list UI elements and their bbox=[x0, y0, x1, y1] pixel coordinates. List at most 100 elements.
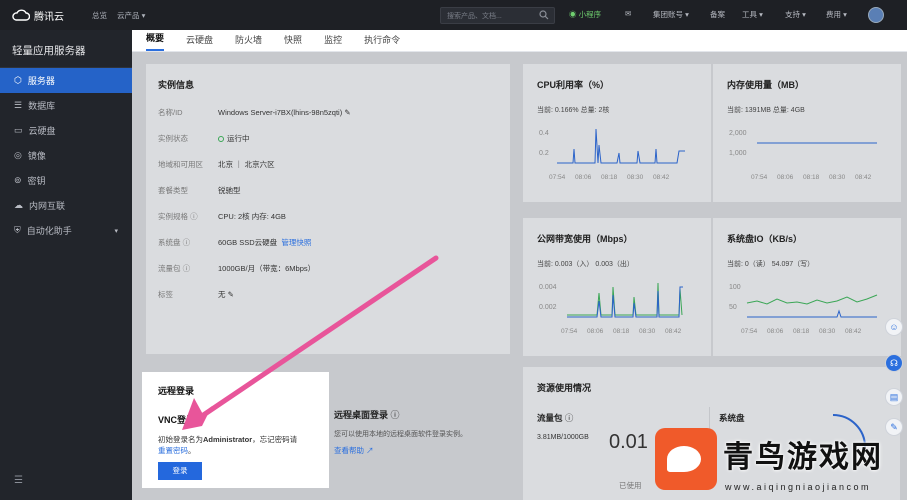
rdp-help-link[interactable]: 查看帮助 ↗ bbox=[334, 445, 514, 456]
x-tick-label: 08:06 bbox=[777, 174, 794, 181]
y-tick-label: 1,000 bbox=[729, 150, 747, 157]
default-username: Administrator bbox=[203, 435, 253, 444]
logo-text: 腾讯云 bbox=[34, 11, 64, 23]
sidebar-item-image[interactable]: ◎ 镜像 bbox=[0, 143, 132, 168]
mini-program-link[interactable]: ◉ 小程序 bbox=[569, 9, 601, 20]
info-icon[interactable]: ⓘ bbox=[190, 212, 198, 221]
x-tick-label: 07:54 bbox=[561, 328, 578, 335]
disk-icon: ▭ bbox=[14, 125, 23, 135]
tab-snapshot[interactable]: 快照 bbox=[284, 33, 302, 51]
edit-icon[interactable]: ✎ bbox=[344, 108, 350, 117]
sidebar-item-label: 自动化助手 bbox=[26, 226, 72, 236]
manage-snapshot-link[interactable]: 管理快照 bbox=[281, 237, 311, 248]
rdp-title-text: 远程桌面登录 bbox=[334, 410, 389, 420]
tools-menu[interactable]: 工具 ▾ bbox=[742, 9, 763, 20]
traffic-label-text: 流量包 bbox=[537, 413, 563, 423]
y-tick-label: 0.004 bbox=[539, 284, 557, 291]
tab-firewall[interactable]: 防火墙 bbox=[235, 33, 262, 51]
y-tick-label: 0.002 bbox=[539, 304, 557, 311]
tab-overview[interactable]: 概要 bbox=[146, 31, 165, 51]
docs-book-icon[interactable]: ▤ bbox=[885, 388, 903, 406]
tab-monitor[interactable]: 监控 bbox=[324, 33, 342, 51]
spec-value: CPU: 2核 内存: 4GB bbox=[218, 211, 286, 221]
remote-desktop-section: 远程桌面登录 ⓘ 您可以使用本地的远程桌面软件登录实例。 查看帮助 ↗ bbox=[334, 408, 514, 456]
vnc-login-button[interactable]: 登录 bbox=[158, 462, 202, 480]
billing-menu[interactable]: 费用 ▾ bbox=[826, 9, 847, 20]
vnc-login-title: VNC登录 bbox=[158, 415, 196, 425]
sidebar-item-automation[interactable]: ⛨ 自动化助手 ▾ bbox=[0, 218, 132, 243]
info-icon[interactable]: ⓘ bbox=[183, 238, 191, 247]
info-icon[interactable]: ⓘ bbox=[183, 264, 191, 273]
tab-execute-command[interactable]: 执行命令 bbox=[364, 33, 400, 51]
chevron-down-icon: ▾ bbox=[114, 227, 118, 235]
mini-program-label: 小程序 bbox=[578, 10, 602, 19]
metric-title: 公网带宽使用（Mbps） bbox=[537, 234, 633, 244]
search-icon[interactable] bbox=[539, 10, 549, 22]
info-row: 实例规格 ⓘ CPU: 2核 内存: 4GB bbox=[158, 203, 498, 229]
x-tick-label: 08:18 bbox=[793, 328, 810, 335]
desc-suffix: ，忘记密码请 bbox=[252, 435, 298, 444]
used-label: 已使用 bbox=[619, 481, 642, 490]
sidebar: 轻量应用服务器 ⬡ 服务器 ☰ 数据库 ▭ 云硬盘 ◎ 镜像 ⊚ 密钥 ☁ 内网互联 ⛨ 自动… bbox=[0, 30, 132, 500]
info-key: 流量包 ⓘ bbox=[158, 263, 218, 274]
status-value: 运行中 bbox=[218, 133, 250, 144]
key-icon: ⊚ bbox=[14, 175, 22, 185]
chevron-down-icon: ▾ bbox=[141, 10, 146, 20]
search-input[interactable]: 搜索产品、文档... bbox=[440, 7, 555, 24]
cloud-logo-icon bbox=[12, 9, 30, 21]
disk-write-line bbox=[746, 294, 878, 305]
desc-end: 。 bbox=[188, 446, 196, 455]
mini-program-icon: ◉ bbox=[569, 10, 577, 19]
metric-current: 当前: 0.003（入） 0.003（出） bbox=[537, 261, 634, 268]
cube-icon: ⬡ bbox=[14, 75, 22, 85]
info-icon[interactable]: ⓘ bbox=[565, 413, 574, 423]
info-key-text: 流量包 bbox=[158, 263, 181, 273]
info-key: 实例状态 bbox=[158, 133, 188, 143]
info-icon[interactable]: ⓘ bbox=[391, 410, 400, 420]
chat-icon[interactable]: ☺ bbox=[885, 318, 903, 336]
cloud-icon: ☁ bbox=[14, 200, 23, 210]
collapse-sidebar-icon[interactable]: ☰ bbox=[14, 475, 23, 486]
system-disk-label: 系统盘 bbox=[719, 413, 745, 423]
sidebar-item-key[interactable]: ⊚ 密钥 bbox=[0, 168, 132, 193]
tab-disk[interactable]: 云硬盘 bbox=[186, 33, 213, 51]
group-account-menu[interactable]: 集团账号 ▾ bbox=[653, 9, 689, 20]
plan-type-value: 锐驰型 bbox=[218, 185, 241, 195]
x-tick-label: 08:42 bbox=[855, 174, 872, 181]
cpu-usage-card: CPU利用率（%） 当前: 0.166% 总量: 2核 0.4 0.2 07:5… bbox=[523, 64, 711, 202]
reset-password-link[interactable]: 重置密码 bbox=[158, 446, 188, 455]
nav-products-label: 云产品 bbox=[117, 10, 140, 20]
memory-usage-chart: 2,000 1,000 07:54 08:06 08:18 08:30 08:4… bbox=[729, 130, 877, 181]
tencent-cloud-logo[interactable]: 腾讯云 bbox=[12, 8, 82, 23]
x-tick-label: 08:06 bbox=[587, 328, 604, 335]
nav-overview[interactable]: 总览 bbox=[92, 10, 107, 21]
x-tick-label: 07:54 bbox=[751, 174, 768, 181]
sidebar-item-label: 服务器 bbox=[27, 76, 55, 86]
user-avatar[interactable] bbox=[868, 7, 884, 23]
info-key: 系统盘 ⓘ bbox=[158, 237, 218, 248]
sidebar-item-server[interactable]: ⬡ 服务器 bbox=[0, 68, 132, 93]
metric-title: 内存使用量（MB） bbox=[727, 80, 804, 90]
mail-icon[interactable]: ✉ bbox=[625, 9, 631, 18]
metric-current: 当前: 1391MB 总量: 4GB bbox=[727, 107, 805, 114]
support-menu[interactable]: 支持 ▾ bbox=[785, 9, 806, 20]
y-tick-label: 50 bbox=[729, 304, 737, 311]
remote-login-panel: 远程登录 VNC登录 初始登录名为Administrator，忘记密码请 重置密… bbox=[142, 372, 329, 488]
x-tick-label: 08:42 bbox=[653, 174, 670, 181]
sidebar-item-database[interactable]: ☰ 数据库 bbox=[0, 93, 132, 118]
x-tick-label: 08:42 bbox=[665, 328, 682, 335]
icp-link[interactable]: 备案 bbox=[710, 9, 725, 20]
cpu-usage-line bbox=[557, 128, 685, 164]
support-label: 支持 bbox=[785, 10, 800, 19]
metric-current: 当前: 0（读） 54.097（写） bbox=[727, 261, 815, 268]
image-icon: ◎ bbox=[14, 150, 22, 160]
support-headset-icon[interactable]: ☊ bbox=[885, 354, 903, 372]
y-tick-label: 2,000 bbox=[729, 130, 747, 137]
edit-icon[interactable]: ✎ bbox=[228, 290, 234, 299]
sidebar-item-intranet[interactable]: ☁ 内网互联 bbox=[0, 193, 132, 218]
nav-products[interactable]: 云产品 ▾ bbox=[117, 10, 145, 21]
info-row: 标签 无 ✎ bbox=[158, 281, 498, 307]
sidebar-item-disk[interactable]: ▭ 云硬盘 bbox=[0, 118, 132, 143]
tab-bar: 概要 云硬盘 防火墙 快照 监控 执行命令 bbox=[132, 30, 907, 52]
metric-current: 当前: 0.166% 总量: 2核 bbox=[537, 107, 610, 114]
